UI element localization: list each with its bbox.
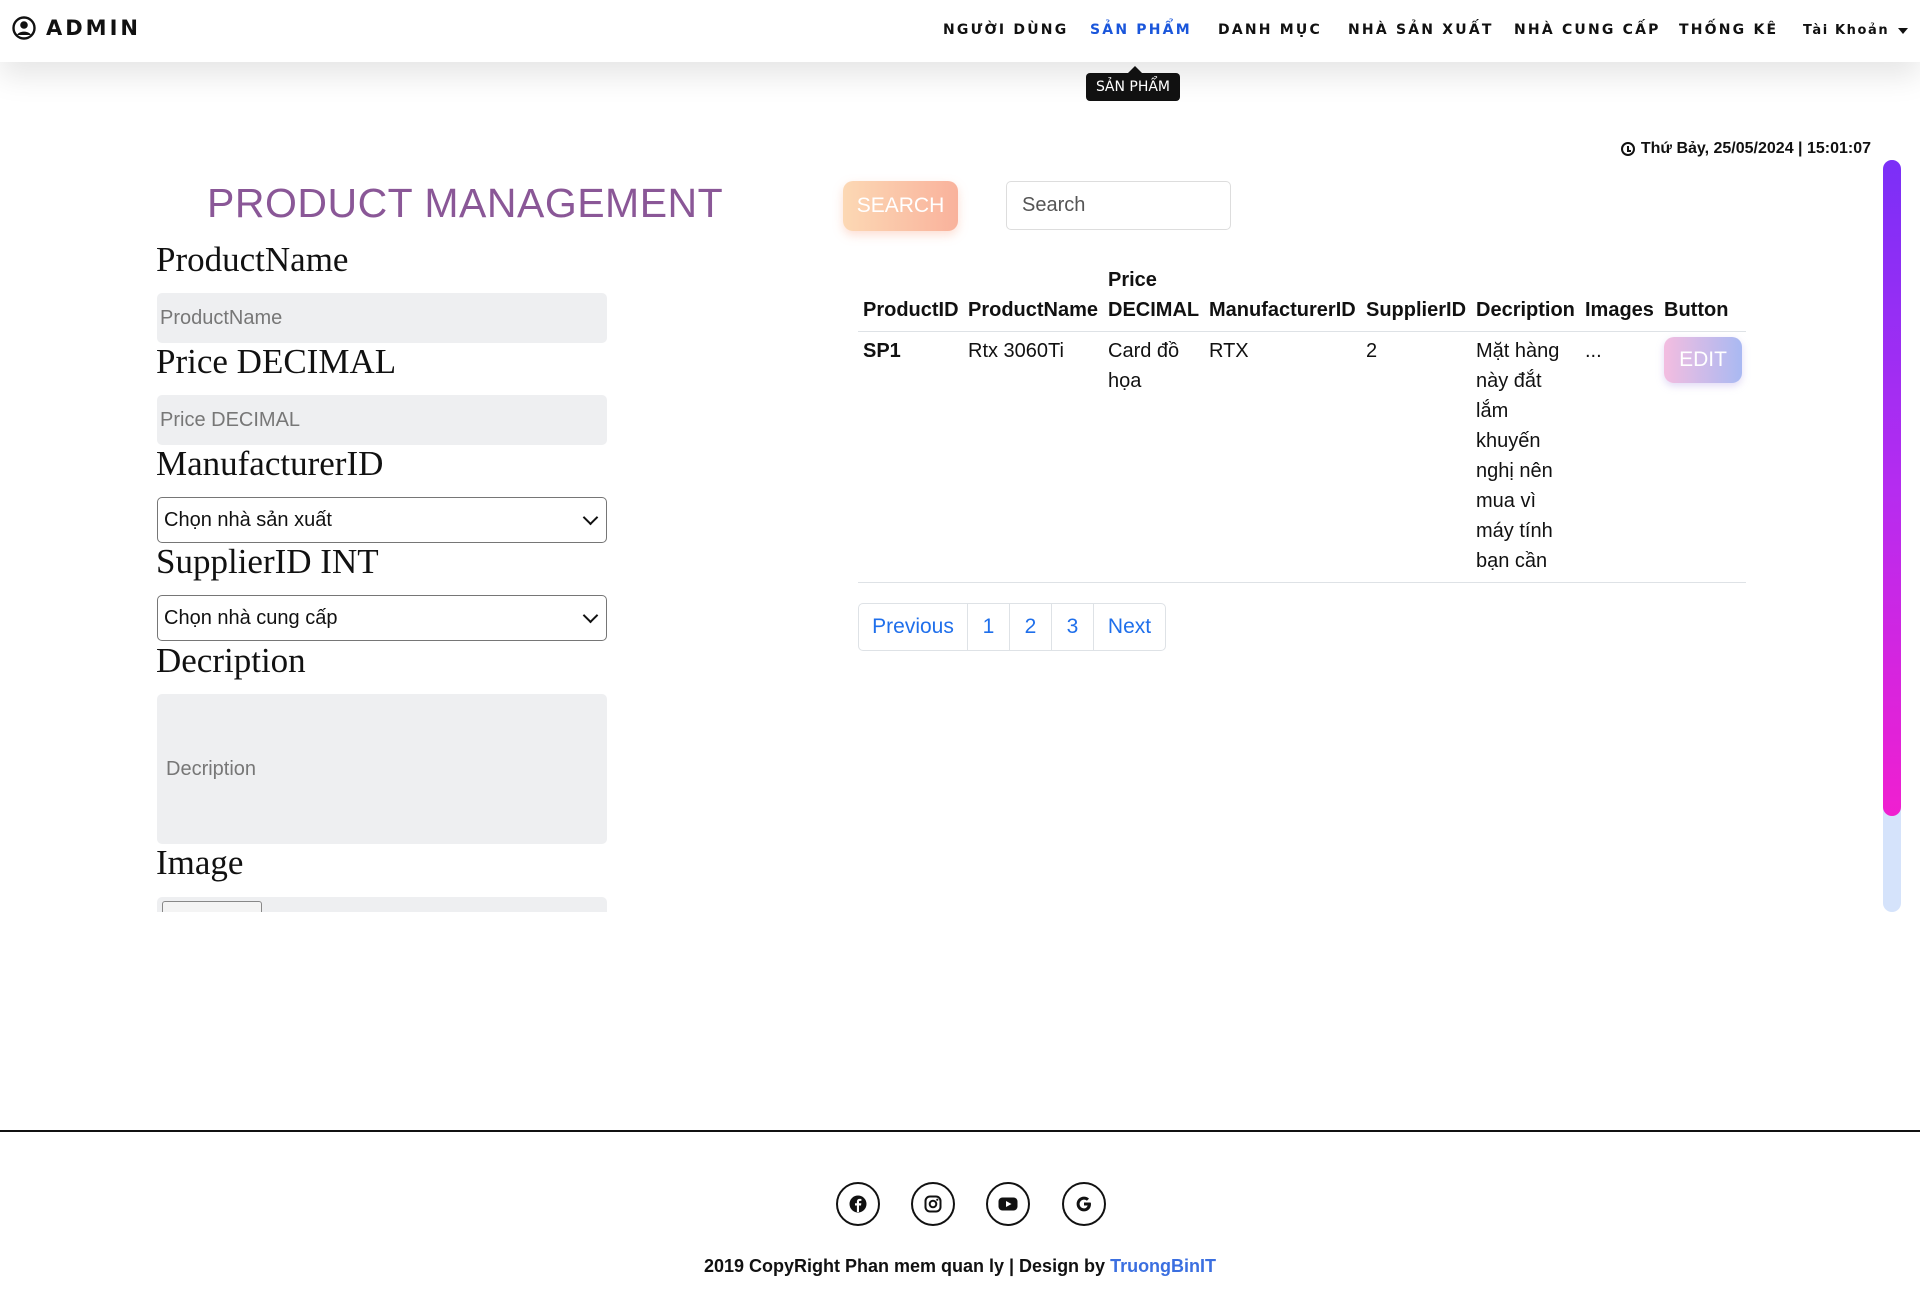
cell-description-line: mua vì	[1476, 490, 1537, 512]
scrollbar-thumb[interactable]	[1883, 160, 1901, 816]
pagination-page-2[interactable]: 2	[1009, 604, 1051, 650]
brand[interactable]: ADMIN	[12, 16, 141, 40]
price-label: Price DECIMAL	[156, 342, 397, 381]
supplier-select[interactable]: Chọn nhà cung cấp	[157, 595, 607, 641]
chevron-down-icon	[582, 509, 599, 526]
facebook-link[interactable]	[836, 1182, 880, 1226]
th-price-decimal: DECIMAL	[1108, 299, 1200, 321]
copyright-text: 2019 CopyRight Phan mem quan ly | Design…	[703, 1256, 1111, 1276]
search-button[interactable]: SEARCH	[843, 181, 958, 231]
youtube-icon	[998, 1197, 1018, 1211]
google-link[interactable]	[1062, 1182, 1106, 1226]
th-productname: ProductName	[968, 299, 1099, 321]
description-textarea[interactable]: Decription	[157, 694, 607, 844]
nav-san-pham[interactable]: SẢN PHẨM	[1090, 22, 1192, 38]
price-input[interactable]: Price DECIMAL	[157, 395, 607, 445]
choose-file-button[interactable]	[162, 901, 262, 912]
cell-description-line: khuyến	[1476, 430, 1541, 452]
cell-productid: SP1	[863, 340, 901, 362]
price-placeholder: Price DECIMAL	[160, 408, 301, 431]
description-label: Decription	[156, 641, 306, 680]
copyright: 2019 CopyRight Phan mem quan ly | Design…	[0, 1256, 1920, 1277]
cell-description-line: lắm	[1476, 400, 1509, 422]
nav-nha-cung-cap[interactable]: NHÀ CUNG CẤP	[1514, 22, 1661, 38]
description-placeholder: Decription	[166, 757, 257, 780]
cell-manufacturerid: RTX	[1209, 340, 1249, 362]
youtube-link[interactable]	[986, 1182, 1030, 1226]
search-input[interactable]: Search	[1006, 181, 1231, 230]
google-icon	[1076, 1196, 1091, 1212]
th-decription: Decription	[1476, 299, 1575, 321]
cell-description-line: bạn cần	[1476, 550, 1548, 572]
designer-link[interactable]: TruongBinIT	[1110, 1256, 1216, 1276]
caret-down-icon	[1898, 27, 1909, 34]
image-file-input[interactable]	[157, 897, 607, 912]
scrollbar-track[interactable]	[1883, 160, 1901, 912]
table-row-divider	[858, 582, 1746, 583]
th-images: Images	[1585, 299, 1654, 321]
th-manufacturerid: ManufacturerID	[1209, 299, 1356, 321]
th-productid: ProductID	[863, 299, 959, 321]
nav-nguoi-dung[interactable]: NGƯỜI DÙNG	[943, 22, 1068, 38]
table-header-divider	[858, 331, 1746, 332]
nav-thong-ke[interactable]: THỐNG KÊ	[1679, 22, 1778, 38]
nav-danh-muc[interactable]: DANH MỤC	[1218, 22, 1322, 38]
cell-productname: Rtx 3060Ti	[968, 340, 1064, 362]
pagination-next[interactable]: Next	[1093, 604, 1165, 650]
cell-price-line: họa	[1108, 370, 1142, 392]
cell-description-line: này đắt	[1476, 370, 1542, 392]
nav-tooltip: SẢN PHẨM	[1086, 66, 1181, 101]
product-name-placeholder: ProductName	[160, 306, 283, 329]
th-button: Button	[1664, 299, 1729, 321]
search-placeholder: Search	[1022, 194, 1086, 216]
user-circle-icon	[12, 16, 36, 40]
cell-description-line: Mặt hàng	[1476, 340, 1560, 362]
account-label: Tài Khoản	[1803, 23, 1890, 38]
cell-description-line: máy tính	[1476, 520, 1553, 542]
supplier-select-value: Chọn nhà cung cấp	[164, 606, 338, 629]
pagination-page-1[interactable]: 1	[967, 604, 1009, 650]
instagram-link[interactable]	[911, 1182, 955, 1226]
facebook-icon	[849, 1195, 867, 1213]
instagram-icon	[924, 1195, 942, 1213]
cell-images: ...	[1585, 340, 1602, 362]
cell-description-line: nghị nên	[1476, 460, 1553, 482]
pagination-page-3[interactable]: 3	[1051, 604, 1093, 650]
cell-supplierid: 2	[1366, 340, 1378, 362]
edit-button[interactable]: EDIT	[1664, 337, 1742, 383]
manufacturer-label: ManufacturerID	[156, 444, 384, 483]
brand-title: ADMIN	[46, 16, 141, 40]
account-dropdown[interactable]: Tài Khoản	[1803, 23, 1909, 38]
supplier-label: SupplierID INT	[156, 542, 379, 581]
manufacturer-select-value: Chọn nhà sản xuất	[164, 508, 332, 531]
clock: Thứ Bảy, 25/05/2024 | 15:01:07	[1620, 140, 1871, 158]
product-name-input[interactable]: ProductName	[157, 293, 607, 343]
manufacturer-select[interactable]: Chọn nhà sản xuất	[157, 497, 607, 543]
image-label: Image	[156, 843, 244, 882]
product-name-label: ProductName	[156, 240, 349, 279]
navbar: ADMIN NGƯỜI DÙNG SẢN PHẨM DANH MỤC NHÀ S…	[0, 0, 1920, 62]
th-supplierid: SupplierID	[1366, 299, 1467, 321]
cell-price-line: Card đồ	[1108, 340, 1180, 362]
footer-divider	[0, 1130, 1920, 1132]
nav-nha-san-xuat[interactable]: NHÀ SẢN XUẤT	[1348, 22, 1494, 38]
clock-icon	[1620, 142, 1635, 156]
pagination: Previous 1 2 3 Next	[858, 603, 1166, 651]
clock-text: Thứ Bảy, 25/05/2024 | 15:01:07	[1640, 140, 1871, 157]
th-price: Price	[1108, 269, 1157, 291]
page-title: PRODUCT MANAGEMENT	[207, 180, 724, 226]
chevron-down-icon	[582, 607, 599, 624]
pagination-previous[interactable]: Previous	[859, 604, 967, 650]
